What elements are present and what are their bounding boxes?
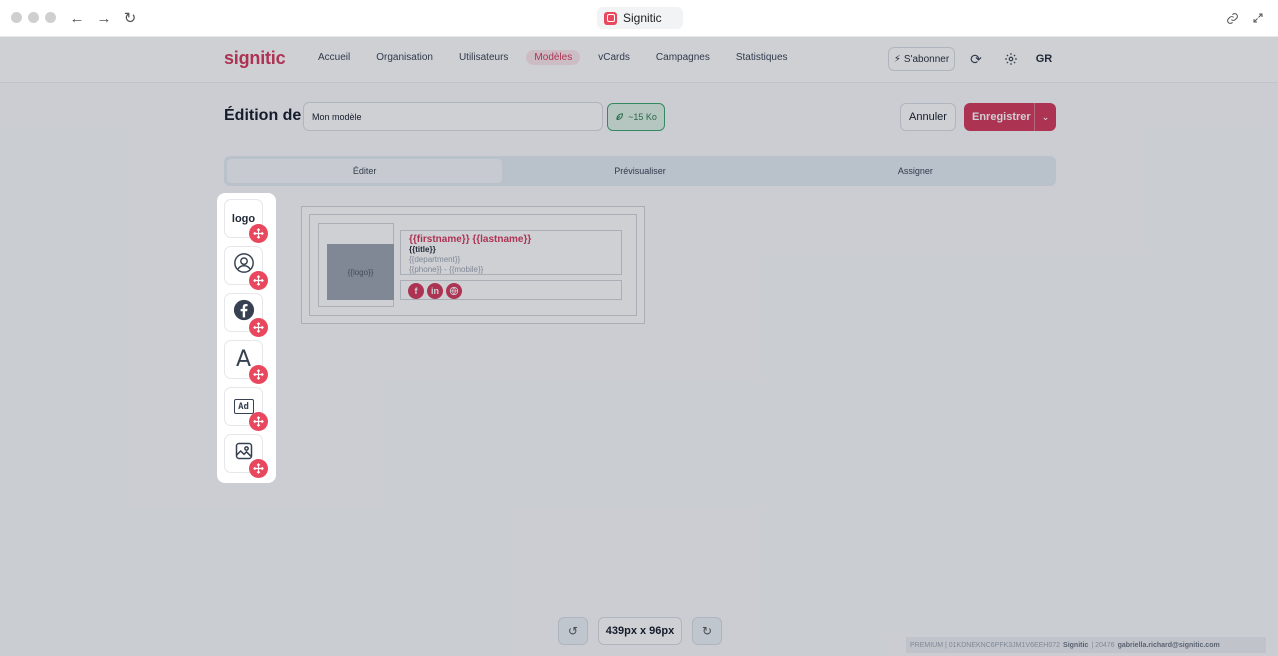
- facebook-icon[interactable]: f: [408, 283, 424, 299]
- social-cell[interactable]: f in: [400, 280, 622, 300]
- nav-link-vcards[interactable]: vCards: [598, 52, 630, 65]
- signature-block[interactable]: {{logo}} {{firstname}} {{lastname}} {{ti…: [309, 214, 637, 316]
- palette-item-logo[interactable]: logo: [224, 199, 268, 243]
- expand-icon[interactable]: [1250, 10, 1266, 26]
- save-label: Enregistrer: [972, 111, 1031, 123]
- nav-link-accueil[interactable]: Accueil: [318, 52, 350, 65]
- license-brand: Signitic: [1063, 641, 1089, 649]
- logo-label: logo: [231, 212, 256, 225]
- nav-link-utilisateurs[interactable]: Utilisateurs: [459, 52, 508, 65]
- subscribe-button[interactable]: ⚡︎ S'abonner: [888, 47, 955, 71]
- save-button[interactable]: Enregistrer ⌄: [964, 103, 1056, 131]
- signature-phones[interactable]: {{phone}} - {{mobile}}: [409, 265, 613, 275]
- palette-item-social[interactable]: [224, 293, 268, 337]
- browser-tab[interactable]: Signitic: [597, 7, 683, 29]
- tab-assigner[interactable]: Assigner: [778, 159, 1053, 183]
- nav-link-campagnes[interactable]: Campagnes: [656, 52, 710, 65]
- weight-value: ~15 Ko: [628, 112, 657, 122]
- editor-tabs: Éditer Prévisualiser Assigner: [224, 156, 1056, 186]
- nav-link-modeles[interactable]: Modèles: [526, 50, 581, 65]
- user-avatar[interactable]: GR: [1032, 47, 1056, 71]
- back-arrow-icon[interactable]: ←: [68, 9, 86, 27]
- text-icon: A: [235, 347, 252, 372]
- forward-arrow-icon[interactable]: →: [95, 9, 113, 27]
- brand-logo[interactable]: signitic: [224, 48, 286, 69]
- tab-previsualiser[interactable]: Prévisualiser: [502, 159, 777, 183]
- lightning-icon: ⚡︎: [893, 53, 901, 65]
- ad-icon: Ad: [233, 399, 254, 414]
- maximize-window-button[interactable]: [45, 12, 56, 23]
- chevron-down-icon[interactable]: ⌄: [1034, 103, 1056, 131]
- template-name-input[interactable]: [303, 102, 603, 131]
- palette-item-image[interactable]: [224, 434, 268, 478]
- component-palette: logo A Ad: [217, 193, 276, 483]
- signature-canvas[interactable]: {{logo}} {{firstname}} {{lastname}} {{ti…: [301, 206, 645, 324]
- license-email: gabriella.richard@signitic.com: [1117, 641, 1220, 649]
- signature-department[interactable]: {{department}}: [409, 255, 613, 265]
- move-handle-icon[interactable]: [249, 224, 268, 243]
- signature-name[interactable]: {{firstname}} {{lastname}}: [409, 234, 613, 245]
- signature-title[interactable]: {{title}}: [409, 245, 613, 255]
- app-page: signitic Accueil Organisation Utilisateu…: [0, 37, 1278, 656]
- nav-link-statistiques[interactable]: Statistiques: [736, 52, 788, 65]
- link-icon[interactable]: [1224, 10, 1240, 26]
- signitic-favicon-icon: [604, 11, 617, 25]
- palette-item-text[interactable]: A: [224, 340, 268, 384]
- linkedin-icon[interactable]: in: [427, 283, 443, 299]
- weight-badge: ~15 Ko: [607, 103, 665, 131]
- license-bar: PREMIUM | 01KDNEKNC6PFK3JM1V6EEH072 Sign…: [906, 637, 1266, 653]
- tab-editer[interactable]: Éditer: [227, 159, 503, 183]
- palette-item-banner[interactable]: Ad: [224, 387, 268, 431]
- minimize-window-button[interactable]: [28, 12, 39, 23]
- info-cell[interactable]: {{firstname}} {{lastname}} {{title}} {{d…: [400, 230, 622, 275]
- rotate-left-icon[interactable]: ↺: [558, 617, 588, 645]
- browser-tab-title: Signitic: [623, 11, 662, 25]
- nav-link-organisation[interactable]: Organisation: [376, 52, 433, 65]
- cancel-button[interactable]: Annuler: [900, 103, 956, 131]
- main-nav: Accueil Organisation Utilisateurs Modèle…: [318, 50, 814, 65]
- move-handle-icon[interactable]: [249, 271, 268, 290]
- reload-icon[interactable]: ↻: [121, 9, 139, 27]
- globe-icon[interactable]: [446, 283, 462, 299]
- move-handle-icon[interactable]: [249, 412, 268, 431]
- move-handle-icon[interactable]: [249, 459, 268, 478]
- dimensions-label: 439px x 96px: [598, 617, 682, 645]
- page-title: Édition de: [224, 107, 302, 124]
- sync-icon[interactable]: ⟳: [964, 47, 988, 71]
- top-navigation: signitic Accueil Organisation Utilisateu…: [0, 37, 1278, 83]
- close-window-button[interactable]: [11, 12, 22, 23]
- subscribe-label: S'abonner: [903, 53, 950, 65]
- browser-chrome: ← → ↻ Signitic: [0, 0, 1278, 37]
- logo-placeholder[interactable]: {{logo}}: [327, 244, 394, 300]
- move-handle-icon[interactable]: [249, 365, 268, 384]
- license-number: | 20476: [1091, 641, 1115, 649]
- leaf-icon: [615, 112, 624, 123]
- palette-item-profile[interactable]: [224, 246, 268, 290]
- gear-icon[interactable]: [999, 47, 1023, 71]
- move-handle-icon[interactable]: [249, 318, 268, 337]
- license-id: PREMIUM | 01KDNEKNC6PFK3JM1V6EEH072: [910, 641, 1061, 649]
- rotate-right-icon[interactable]: ↻: [692, 617, 722, 645]
- logo-cell[interactable]: {{logo}}: [318, 223, 394, 307]
- window-controls: [11, 12, 56, 23]
